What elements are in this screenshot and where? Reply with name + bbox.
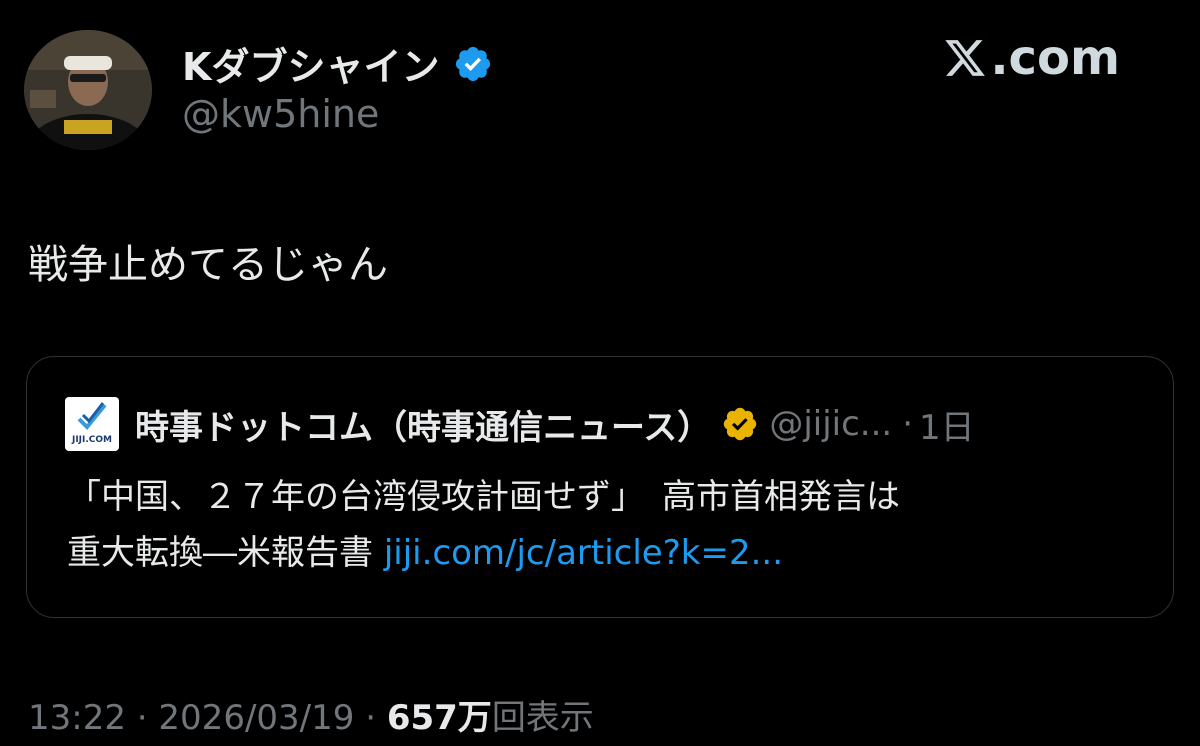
jiji-logo[interactable]: JIJI.COM bbox=[65, 397, 119, 451]
author-display-name[interactable]: Kダブシャイン bbox=[182, 36, 439, 91]
x-brand: .com bbox=[942, 30, 1120, 86]
quoted-tweet-time[interactable]: 1日 bbox=[919, 400, 975, 449]
jiji-logo-text: JIJI.COM bbox=[71, 435, 113, 445]
avatar[interactable] bbox=[24, 30, 152, 150]
quoted-tweet-header: JIJI.COM 時事ドットコム（時事通信ニュース） @jijic... · 1… bbox=[65, 397, 975, 451]
quoted-author-name[interactable]: 時事ドットコム（時事通信ニュース） bbox=[135, 400, 711, 449]
quoted-tweet-card[interactable]: JIJI.COM 時事ドットコム（時事通信ニュース） @jijic... · 1… bbox=[26, 356, 1174, 618]
tweet-meta: 13:22 · 2026/03/19 · 657万回表示 bbox=[28, 690, 594, 739]
quoted-tweet-text: 「中国、２７年の台湾侵攻計画せず」 高市首相発言は 重大転換―米報告書 jiji… bbox=[67, 469, 1147, 581]
meta-separator: · bbox=[365, 698, 377, 738]
separator-dot: · bbox=[902, 404, 914, 444]
views-count[interactable]: 657万 bbox=[387, 698, 492, 738]
verified-badge-icon bbox=[456, 46, 491, 81]
views-label: 回表示 bbox=[491, 698, 594, 738]
verified-org-badge-icon bbox=[724, 407, 757, 441]
article-link[interactable]: jiji.com/jc/article?k=2... bbox=[384, 533, 783, 573]
avatar-image bbox=[24, 30, 152, 150]
author-handle[interactable]: @kw5hine bbox=[182, 92, 379, 136]
meta-separator: · bbox=[136, 698, 148, 738]
author-name-row[interactable]: Kダブシャイン bbox=[182, 36, 493, 91]
quoted-author-handle[interactable]: @jijic... bbox=[769, 404, 892, 444]
jiji-logo-mark-icon bbox=[77, 402, 107, 430]
tweet-date[interactable]: 2026/03/19 bbox=[158, 698, 354, 738]
quoted-tweet-line-2: 重大転換―米報告書 jiji.com/jc/article?k=2... bbox=[67, 525, 1147, 581]
quoted-tweet-line-2-text: 重大転換―米報告書 bbox=[67, 533, 384, 573]
quoted-tweet-line-1: 「中国、２７年の台湾侵攻計画せず」 高市首相発言は bbox=[67, 477, 900, 517]
tweet-text: 戦争止めてるじゃん bbox=[28, 242, 388, 288]
x-logo-icon bbox=[945, 40, 986, 76]
brand-label: .com bbox=[990, 30, 1120, 86]
tweet-time[interactable]: 13:22 bbox=[28, 698, 126, 738]
